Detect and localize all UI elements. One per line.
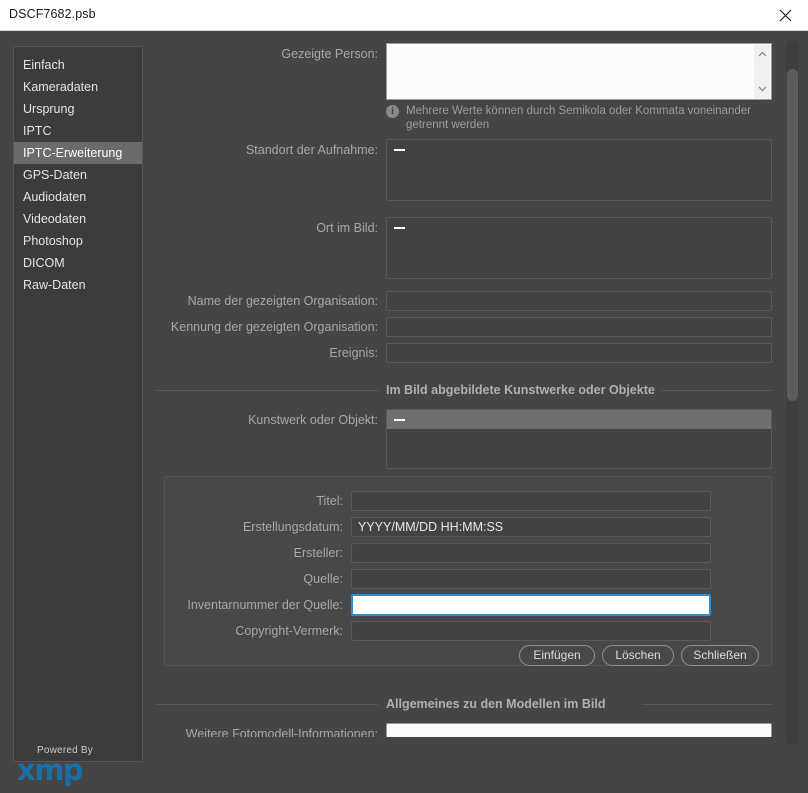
sidebar-item-label: Einfach <box>23 58 65 72</box>
artwork-title-input[interactable] <box>351 491 711 511</box>
org-name-label: Name der gezeigten Organisation: <box>150 294 378 309</box>
artwork-creator-label: Ersteller: <box>165 546 343 561</box>
models-section-caption: Allgemeines zu den Modellen im Bild <box>386 696 605 712</box>
artwork-list[interactable] <box>386 409 772 469</box>
dialog-footer: Voreinstellungen Vorlagenordner OK Abbre… <box>0 737 808 793</box>
models-section-header: Allgemeines zu den Modellen im Bild <box>150 696 780 712</box>
sidebar-item-label: IPTC-Erweiterung <box>23 146 122 160</box>
sidebar-item-gps-daten[interactable]: GPS-Daten <box>14 164 142 186</box>
sidebar-item-label: Raw-Daten <box>23 278 86 292</box>
divider-right <box>642 704 772 705</box>
event-label: Ereignis: <box>150 346 378 361</box>
sidebar-item-iptc[interactable]: IPTC <box>14 120 142 142</box>
info-icon: i <box>386 105 399 118</box>
artwork-section-caption: Im Bild abgebildete Kunstwerke oder Obje… <box>386 382 655 398</box>
close-button[interactable] <box>762 0 808 31</box>
main-scrollbar[interactable] <box>786 40 799 745</box>
location-created-label: Standort der Aufnahme: <box>150 143 378 158</box>
scroll-down-icon[interactable] <box>754 82 770 96</box>
divider-left <box>156 390 378 391</box>
artwork-source-input[interactable] <box>351 569 711 589</box>
sidebar-item-audiodaten[interactable]: Audiodaten <box>14 186 142 208</box>
main-scrollbar-thumb[interactable] <box>787 69 798 401</box>
insert-button[interactable]: Einfügen <box>519 645 595 666</box>
org-code-input[interactable] <box>386 317 772 337</box>
window-title: DSCF7682.psb <box>9 7 96 21</box>
sidebar-item-videodaten[interactable]: Videodaten <box>14 208 142 230</box>
shown-person-scrollbar[interactable] <box>754 45 770 98</box>
divider-left <box>156 704 378 705</box>
artwork-section-header: Im Bild abgebildete Kunstwerke oder Obje… <box>150 382 780 398</box>
org-name-input[interactable] <box>386 291 772 311</box>
sidebar-item-label: Audiodaten <box>23 190 86 204</box>
sidebar-item-iptc-erweiterung[interactable]: IPTC-Erweiterung <box>14 142 142 164</box>
artwork-copyright-notice-label: Copyright-Vermerk: <box>165 624 343 639</box>
org-code-label: Kennung der gezeigten Organisation: <box>150 320 378 335</box>
divider-right <box>662 390 772 391</box>
artwork-date-created-label: Erstellungsdatum: <box>165 520 343 535</box>
artwork-copyright-notice-input[interactable] <box>351 621 711 641</box>
empty-entry-dash <box>394 149 405 151</box>
model-extra-info-label: Weitere Fotomodell-Informationen: <box>150 727 378 737</box>
artwork-date-created-input[interactable]: YYYY/MM/DD HH:MM:SS <box>351 517 711 537</box>
sidebar-item-label: Ursprung <box>23 102 74 116</box>
model-extra-info-input[interactable] <box>386 723 772 737</box>
location-created-list[interactable] <box>386 139 772 201</box>
sidebar-item-label: GPS-Daten <box>23 168 87 182</box>
shown-person-label: Gezeigte Person: <box>150 47 378 62</box>
sidebar-item-einfach[interactable]: Einfach <box>14 54 142 76</box>
artwork-creator-input[interactable] <box>351 543 711 563</box>
category-sidebar: Einfach Kameradaten Ursprung IPTC IPTC-E… <box>13 46 143 762</box>
list-item[interactable] <box>387 140 771 159</box>
artwork-detail-panel: Titel: Erstellungsdatum: YYYY/MM/DD HH:M… <box>164 476 772 666</box>
sidebar-item-label: IPTC <box>23 124 51 138</box>
sidebar-item-label: Kameradaten <box>23 80 98 94</box>
sidebar-item-label: DICOM <box>23 256 65 270</box>
sidebar-item-raw-daten[interactable]: Raw-Daten <box>14 274 142 296</box>
close-panel-button[interactable]: Schließen <box>681 645 759 666</box>
delete-button[interactable]: Löschen <box>602 645 674 666</box>
category-list: Einfach Kameradaten Ursprung IPTC IPTC-E… <box>14 54 142 296</box>
sidebar-item-photoshop[interactable]: Photoshop <box>14 230 142 252</box>
empty-entry-dash <box>394 419 405 421</box>
shown-person-input[interactable] <box>386 43 772 100</box>
location-shown-list[interactable] <box>386 217 772 279</box>
artwork-source-label: Quelle: <box>165 572 343 587</box>
list-item[interactable] <box>387 410 771 429</box>
sidebar-item-ursprung[interactable]: Ursprung <box>14 98 142 120</box>
shown-person-hint: Mehrere Werte können durch Semikola oder… <box>406 104 776 132</box>
artwork-source-inventory-no-input[interactable] <box>351 594 711 616</box>
close-icon <box>779 9 792 22</box>
metadata-scroll-content: Gezeigte Person: i Mehrere Werte können … <box>150 31 788 737</box>
event-input[interactable] <box>386 343 772 363</box>
artwork-title-label: Titel: <box>165 494 343 509</box>
sidebar-item-label: Photoshop <box>23 234 83 248</box>
empty-entry-dash <box>394 227 405 229</box>
location-shown-label: Ort im Bild: <box>150 221 378 236</box>
scroll-up-icon[interactable] <box>754 47 770 61</box>
list-item[interactable] <box>387 218 771 237</box>
sidebar-item-dicom[interactable]: DICOM <box>14 252 142 274</box>
metadata-dialog: Einfach Kameradaten Ursprung IPTC IPTC-E… <box>0 31 808 793</box>
window-titlebar: DSCF7682.psb <box>0 0 808 31</box>
sidebar-item-label: Videodaten <box>23 212 86 226</box>
artwork-source-inventory-no-label: Inventarnummer der Quelle: <box>165 598 343 613</box>
artwork-list-label: Kunstwerk oder Objekt: <box>150 413 378 428</box>
sidebar-item-kameradaten[interactable]: Kameradaten <box>14 76 142 98</box>
